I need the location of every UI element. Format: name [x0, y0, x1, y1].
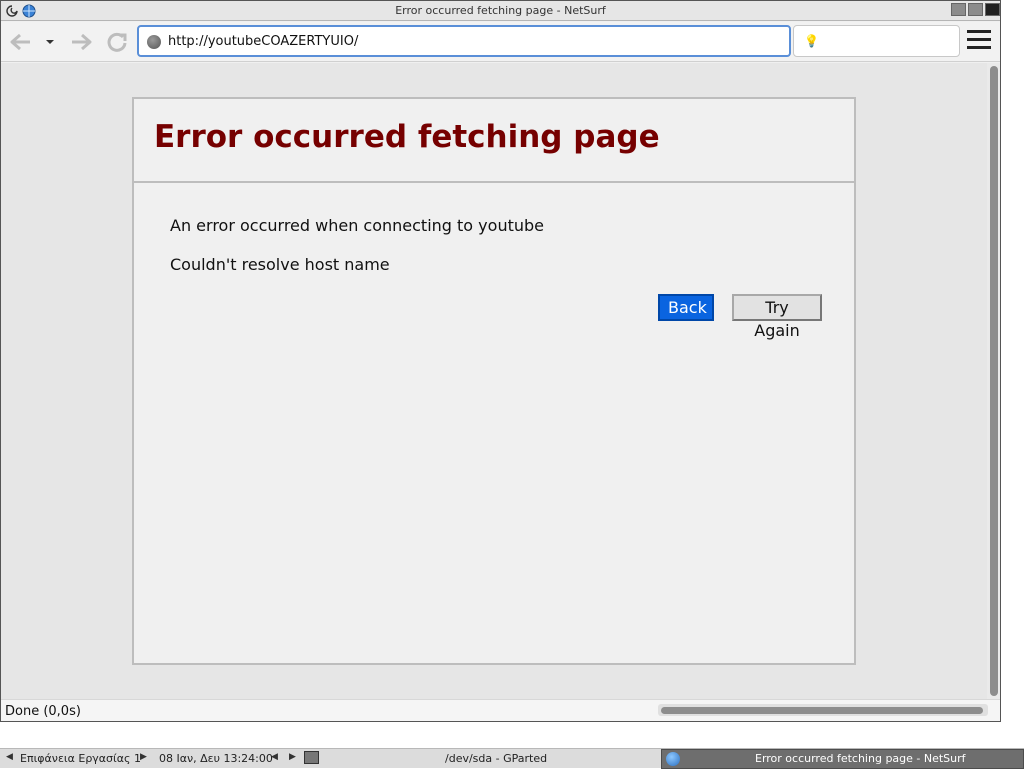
- vertical-scrollbar[interactable]: [987, 63, 1000, 699]
- error-detail: Couldn't resolve host name: [170, 255, 390, 274]
- vertical-scroll-thumb[interactable]: [990, 66, 998, 696]
- screen-icon[interactable]: [304, 751, 319, 764]
- task-prev-icon[interactable]: ◀: [271, 752, 278, 762]
- window-controls: [949, 3, 1000, 18]
- desktop-label[interactable]: Επιφάνεια Εργασίας 1: [20, 752, 141, 765]
- status-text: Done (0,0s): [5, 704, 81, 719]
- taskbar: ◀ Επιφάνεια Εργασίας 1 ▶ 08 Ιαν, Δευ 13:…: [0, 748, 1024, 769]
- desktop-next-icon[interactable]: ▶: [140, 752, 147, 762]
- page-viewport: Error occurred fetching page An error oc…: [1, 63, 987, 699]
- clock: 08 Ιαν, Δευ 13:24:00: [159, 752, 273, 765]
- maximize-button[interactable]: [968, 3, 983, 16]
- reload-icon[interactable]: [105, 30, 129, 54]
- error-body: An error occurred when connecting to you…: [134, 183, 854, 340]
- back-arrow-icon[interactable]: [9, 30, 33, 54]
- task-gparted[interactable]: /dev/sda - GParted: [445, 752, 547, 765]
- search-input[interactable]: 💡: [793, 25, 960, 57]
- url-input[interactable]: http://youtubeCOAZERTYUIO/: [137, 25, 791, 57]
- history-dropdown-icon[interactable]: [41, 30, 59, 54]
- error-message: An error occurred when connecting to you…: [170, 216, 544, 235]
- site-globe-icon: [147, 35, 161, 49]
- task-netsurf[interactable]: Error occurred fetching page - NetSurf: [661, 749, 1024, 769]
- browser-window: Error occurred fetching page - NetSurf h…: [0, 0, 1001, 722]
- try-again-button[interactable]: Try Again: [732, 294, 822, 340]
- url-text[interactable]: http://youtubeCOAZERTYUIO/: [168, 34, 358, 49]
- status-bar: Done (0,0s): [1, 699, 1000, 721]
- horizontal-scroll-thumb[interactable]: [661, 707, 983, 714]
- netsurf-globe-icon: [666, 752, 680, 766]
- task-next-icon[interactable]: ▶: [289, 752, 296, 762]
- task-netsurf-label: Error occurred fetching page - NetSurf: [755, 752, 966, 765]
- error-header: Error occurred fetching page: [134, 99, 854, 183]
- window-title: Error occurred fetching page - NetSurf: [395, 4, 606, 17]
- error-panel: Error occurred fetching page An error oc…: [132, 97, 856, 665]
- close-button[interactable]: [985, 3, 1000, 16]
- minimize-button[interactable]: [951, 3, 966, 16]
- desktop-prev-icon[interactable]: ◀: [6, 752, 13, 762]
- toolbar: http://youtubeCOAZERTYUIO/ 💡: [1, 22, 1000, 62]
- forward-arrow-icon[interactable]: [69, 30, 93, 54]
- title-bar: Error occurred fetching page - NetSurf: [1, 1, 1000, 21]
- lightbulb-icon: 💡: [804, 34, 819, 48]
- horizontal-scrollbar[interactable]: [658, 704, 988, 716]
- page-title: Error occurred fetching page: [154, 119, 660, 155]
- back-button[interactable]: Back: [658, 294, 714, 321]
- hamburger-menu-icon[interactable]: [967, 30, 991, 52]
